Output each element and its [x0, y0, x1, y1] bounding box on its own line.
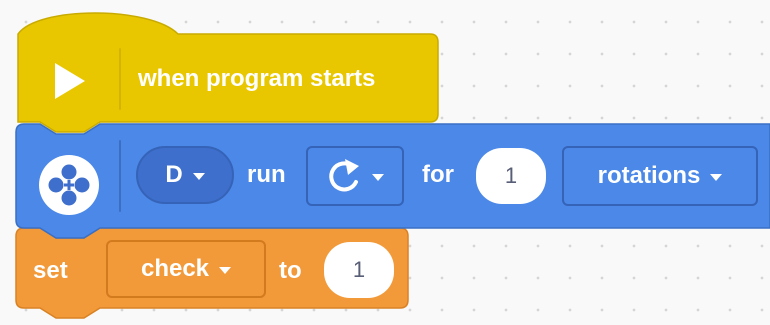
clockwise-arrow-icon	[326, 156, 366, 196]
direction-dropdown[interactable]	[306, 146, 404, 206]
unit-dropdown-value: rotations	[597, 162, 701, 189]
unit-dropdown[interactable]: rotations	[562, 146, 758, 206]
port-dropdown-value: D	[165, 161, 183, 188]
chevron-down-icon	[219, 266, 232, 274]
variable-value: 1	[352, 257, 366, 282]
to-label: to	[279, 257, 302, 284]
run-label: run	[247, 161, 286, 188]
when-program-starts-label: when program starts	[138, 65, 376, 92]
rotation-amount-input[interactable]: 1	[476, 148, 546, 204]
block-script: when program starts D run for 1 rotation…	[0, 0, 770, 325]
port-dropdown[interactable]: D	[136, 146, 234, 204]
variable-value-input[interactable]: 1	[324, 242, 394, 298]
for-label: for	[422, 161, 454, 188]
chevron-down-icon	[710, 173, 723, 181]
event-divider	[119, 48, 121, 110]
chevron-down-icon	[192, 172, 205, 180]
set-label: set	[33, 257, 68, 284]
variable-dropdown[interactable]: check	[106, 240, 266, 298]
motor-divider	[119, 140, 121, 212]
play-icon	[46, 58, 92, 104]
rotation-amount-value: 1	[504, 163, 518, 188]
variable-dropdown-value: check	[140, 255, 210, 282]
motor-icon	[36, 152, 102, 218]
chevron-down-icon	[372, 173, 384, 181]
